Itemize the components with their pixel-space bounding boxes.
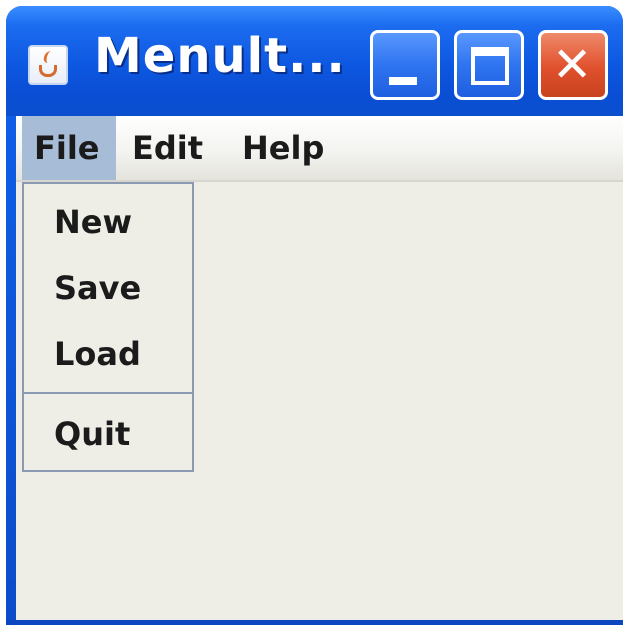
menu-item-new[interactable]: New: [24, 190, 192, 254]
window-title: Menult...: [94, 28, 346, 84]
menu-item-save[interactable]: Save: [24, 256, 192, 320]
minimize-button[interactable]: [370, 30, 440, 100]
minimize-icon: [389, 77, 417, 85]
menu-separator: [24, 392, 192, 394]
maximize-button[interactable]: [454, 30, 524, 100]
close-icon: ✕: [552, 37, 593, 93]
cup-mark: [39, 65, 57, 77]
window-bottom-border: [6, 620, 623, 625]
menu-item-load[interactable]: Load: [24, 322, 192, 386]
menu-bar: File Edit Help: [16, 116, 623, 182]
app-window: Menult... ✕ File Edit Help New Save Load…: [6, 6, 623, 625]
title-bar[interactable]: Menult... ✕: [6, 6, 623, 116]
menu-item-quit[interactable]: Quit: [24, 402, 192, 466]
steam-mark: [42, 51, 57, 63]
maximize-icon: [471, 47, 509, 85]
file-menu-dropdown: New Save Load Quit: [22, 182, 194, 472]
menu-help[interactable]: Help: [234, 116, 332, 180]
client-area: File Edit Help New Save Load Quit: [16, 116, 623, 620]
menu-file[interactable]: File: [22, 116, 116, 180]
java-cup-icon[interactable]: [28, 45, 68, 85]
close-button[interactable]: ✕: [538, 30, 608, 100]
menu-edit[interactable]: Edit: [124, 116, 211, 180]
